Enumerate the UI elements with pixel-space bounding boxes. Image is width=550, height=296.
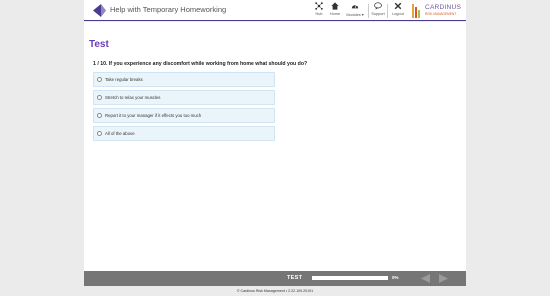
footer-title: TEST: [287, 275, 303, 281]
progress-bar: [312, 276, 388, 280]
question-text: 1 / 10. If you experience any discomfort…: [93, 61, 308, 67]
brand-bars-icon: [412, 4, 422, 18]
brand-tagline: RISK MANAGEMENT: [425, 12, 457, 16]
copyright-text: © Cardinus Risk Management • 2.22.109.20…: [236, 289, 314, 293]
close-icon: [394, 2, 402, 10]
app-title: Help with Temporary Homeworking: [110, 5, 227, 14]
answer-options: Take regular breaks Stretch to relax you…: [93, 72, 275, 144]
nav-modules[interactable]: Modules ▾: [344, 2, 366, 17]
radio-button[interactable]: [97, 77, 102, 82]
nav-logout-label: Logout: [392, 12, 404, 16]
progress-text: 0%: [392, 275, 399, 280]
answer-label: Report it to your manager if it effects …: [105, 113, 202, 118]
nav-logout[interactable]: Logout: [387, 2, 409, 16]
brand-name: CARDINUS: [425, 4, 462, 11]
answer-label: Take regular breaks: [105, 77, 143, 82]
main-content: Test 1 / 10. If you experience any disco…: [84, 22, 466, 271]
app-logo-icon: [93, 4, 106, 17]
answer-option[interactable]: All of the above: [93, 126, 275, 141]
answer-option[interactable]: Stretch to relax your muscles: [93, 90, 275, 105]
answer-option[interactable]: Report it to your manager if it effects …: [93, 108, 275, 123]
home-icon: [331, 2, 339, 10]
nav-support-label: Support: [371, 12, 385, 16]
radio-button[interactable]: [97, 131, 102, 136]
hub-icon: [315, 2, 323, 10]
app-header: Help with Temporary Homeworking Hub Home…: [84, 0, 466, 21]
previous-arrow-icon[interactable]: [420, 273, 431, 284]
answer-label: All of the above: [105, 131, 135, 136]
radio-button[interactable]: [97, 113, 102, 118]
cardinus-logo: CARDINUS RISK MANAGEMENT: [412, 4, 464, 18]
nav-home[interactable]: Home: [324, 2, 346, 16]
page-title: Test: [89, 39, 109, 50]
nav-support[interactable]: Support: [367, 2, 389, 16]
nav-home-label: Home: [329, 12, 341, 16]
chat-icon: [374, 2, 382, 10]
answer-option[interactable]: Take regular breaks: [93, 72, 275, 87]
radio-button[interactable]: [97, 95, 102, 100]
next-arrow-icon[interactable]: [438, 273, 449, 284]
answer-label: Stretch to relax your muscles: [105, 95, 161, 100]
nav-modules-label: Modules ▾: [346, 13, 364, 17]
dashboard-icon: [351, 4, 359, 9]
footer-bar: TEST 0%: [84, 271, 466, 286]
